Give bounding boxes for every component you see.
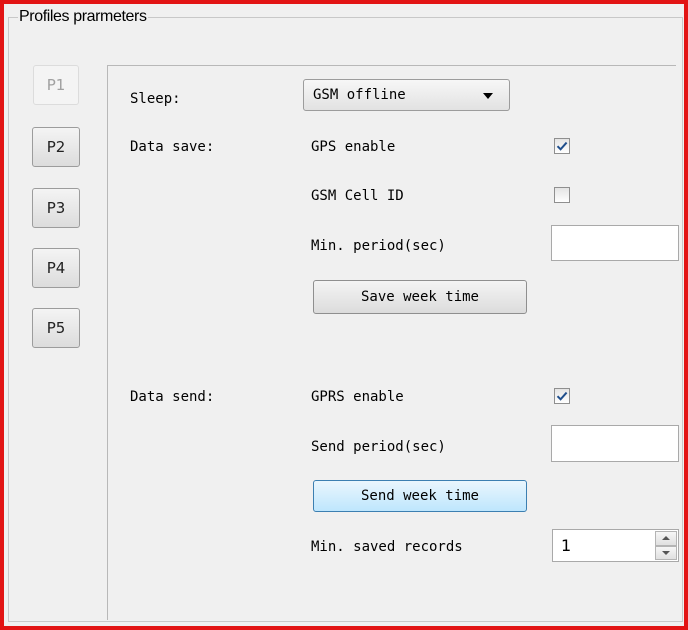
- profile-tab-p2[interactable]: P2: [32, 127, 80, 167]
- checkmark-icon: [556, 141, 568, 151]
- min-period-label: Min. period(sec): [311, 238, 446, 254]
- spin-up-button[interactable]: [655, 531, 677, 546]
- groupbox-title: Profiles prarmeters: [18, 7, 148, 27]
- data-send-label: Data send:: [130, 389, 215, 405]
- gps-enable-checkbox[interactable]: [554, 138, 570, 154]
- gprs-enable-label: GPRS enable: [311, 389, 404, 405]
- profile-tab-p1[interactable]: P1: [33, 65, 79, 105]
- checkmark-icon: [556, 391, 568, 401]
- spin-down-button[interactable]: [655, 545, 677, 560]
- sleep-mode-value: GSM offline: [313, 87, 406, 103]
- chevron-down-icon: [662, 550, 670, 555]
- min-saved-records-value: 1: [561, 536, 572, 555]
- gps-enable-label: GPS enable: [311, 139, 396, 155]
- chevron-up-icon: [662, 536, 670, 541]
- sleep-label: Sleep:: [130, 91, 181, 107]
- profile-tab-p3[interactable]: P3: [32, 188, 80, 228]
- send-period-label: Send period(sec): [311, 439, 446, 455]
- send-period-input[interactable]: [551, 425, 679, 462]
- gsm-cell-id-checkbox[interactable]: [554, 187, 570, 203]
- gprs-enable-checkbox[interactable]: [554, 388, 570, 404]
- send-week-time-button[interactable]: Send week time: [313, 480, 527, 512]
- min-period-input[interactable]: [551, 225, 679, 261]
- min-saved-records-label: Min. saved records: [311, 539, 463, 555]
- gsm-cell-id-label: GSM Cell ID: [311, 188, 404, 204]
- save-week-time-button[interactable]: Save week time: [313, 280, 527, 314]
- profile-tab-p5[interactable]: P5: [32, 308, 80, 348]
- sleep-mode-select[interactable]: GSM offline: [303, 79, 510, 111]
- profile-tab-p4[interactable]: P4: [32, 248, 80, 288]
- chevron-down-icon: [483, 93, 493, 99]
- min-saved-records-spinbox[interactable]: 1: [552, 529, 679, 562]
- data-save-label: Data save:: [130, 139, 215, 155]
